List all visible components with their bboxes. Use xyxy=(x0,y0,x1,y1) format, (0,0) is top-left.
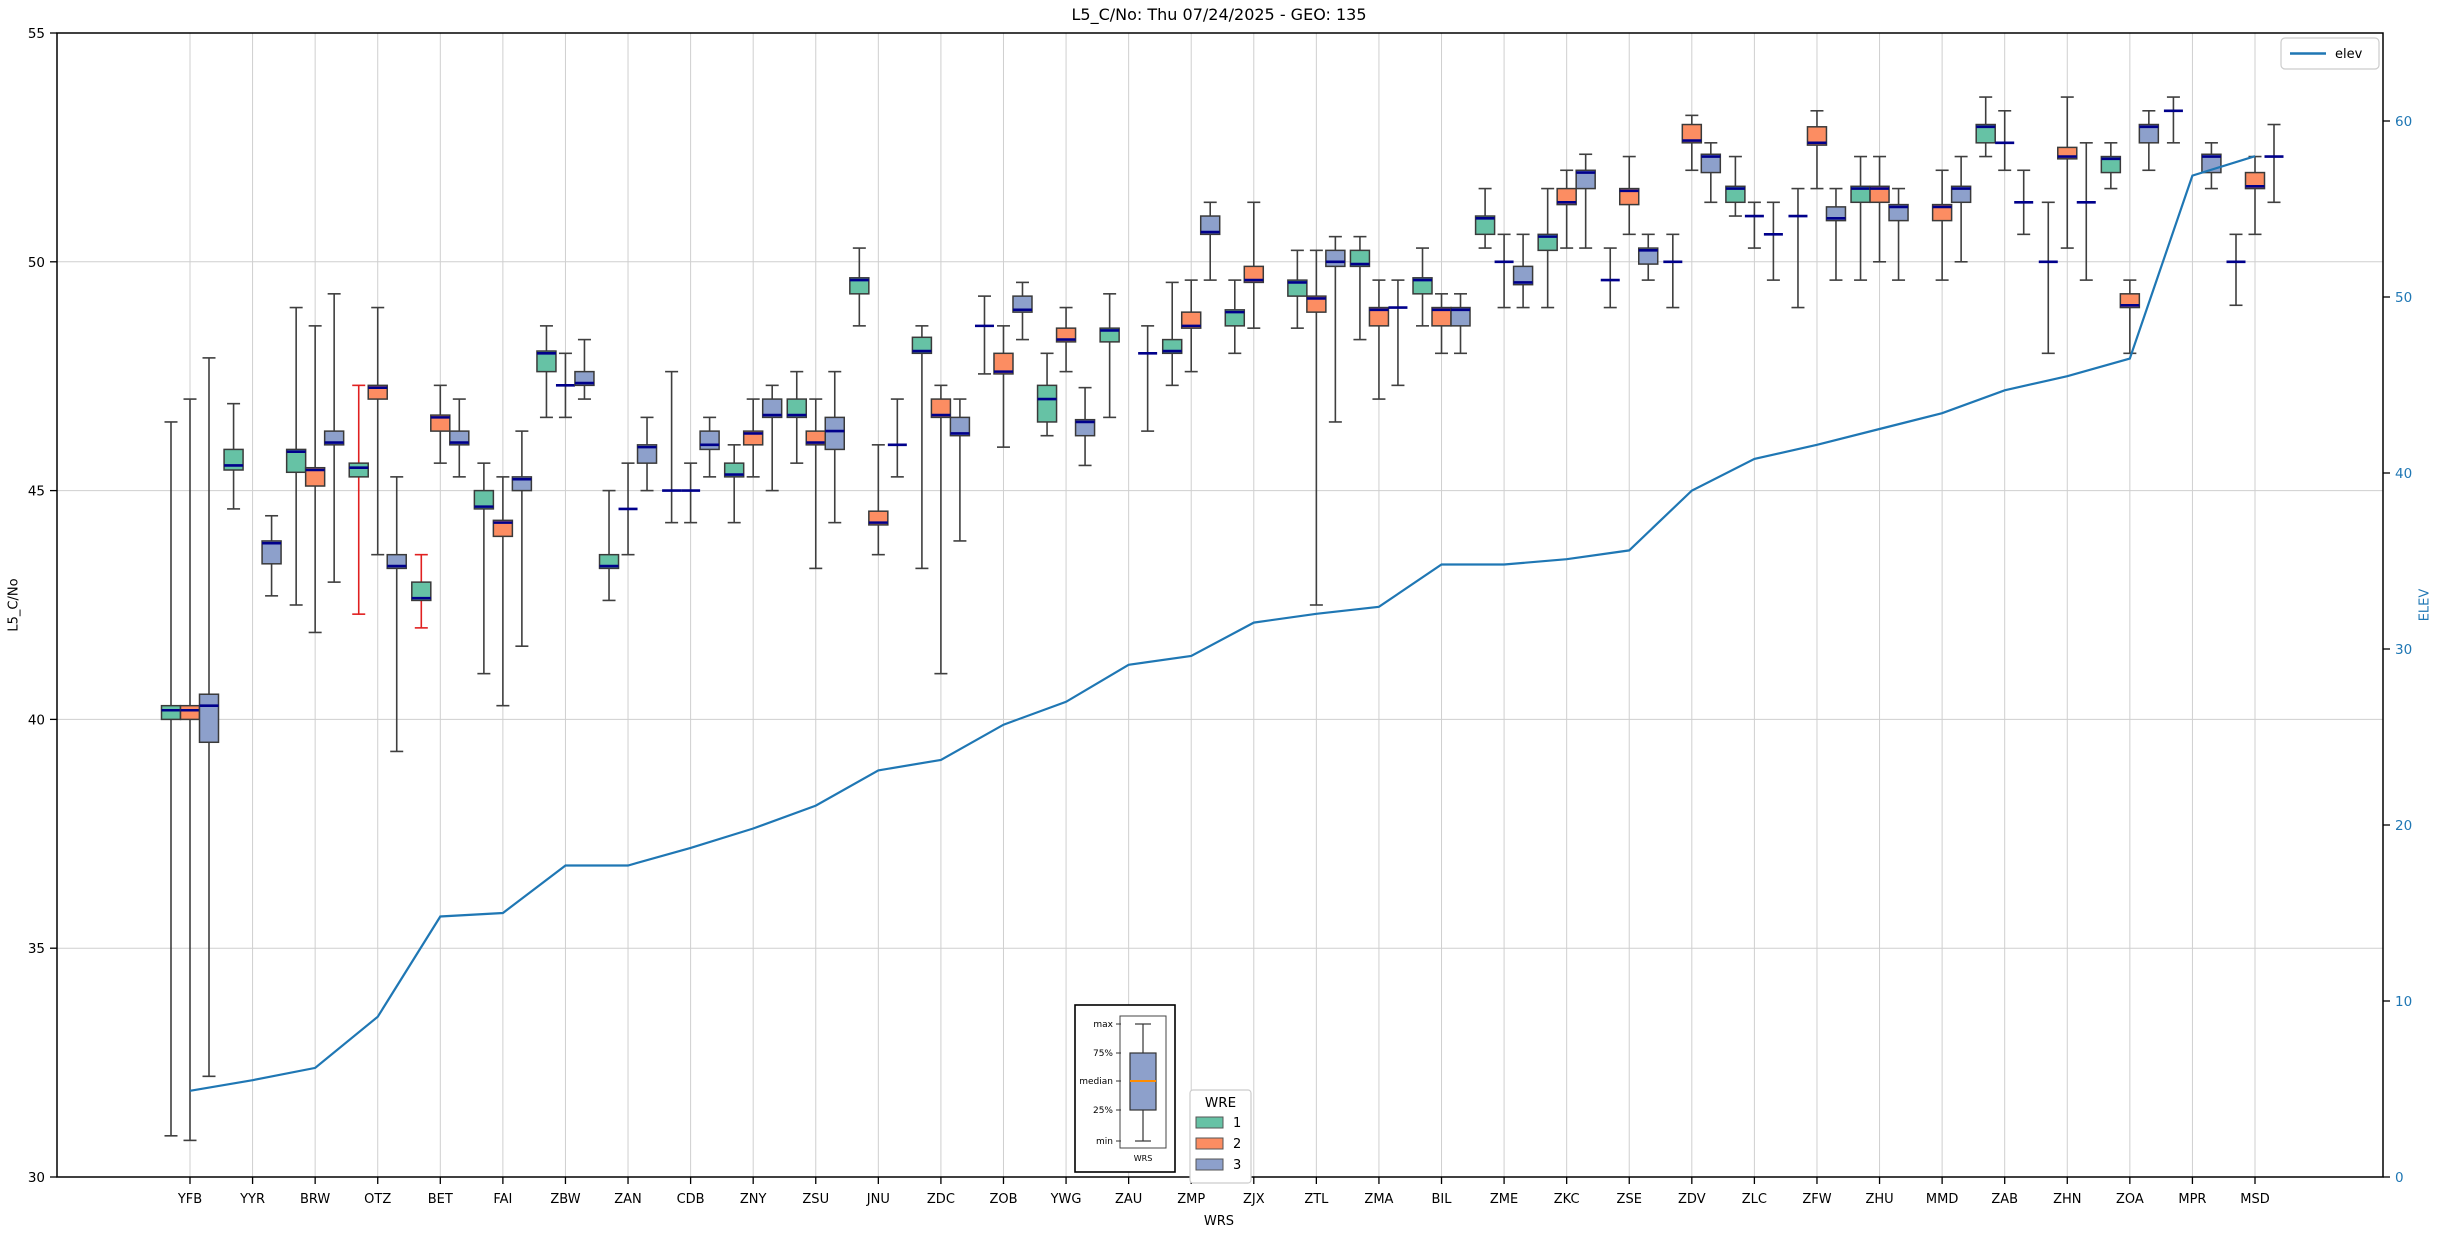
right-tick-label: 10 xyxy=(2395,994,2412,1010)
right-tick-label: 50 xyxy=(2395,290,2412,306)
x-tick-label-ZDV: ZDV xyxy=(1678,1192,1706,1207)
wre-legend-label-1: 1 xyxy=(1233,1116,1241,1131)
x-tick-label-ZHU: ZHU xyxy=(1865,1192,1893,1207)
left-tick-label: 45 xyxy=(28,484,45,500)
chart-title: L5_C/No: Thu 07/24/2025 - GEO: 135 xyxy=(0,5,2438,24)
chart: 30 35 40 45 50 55 0 10 20 30 40 50 60 YFB YYR BRW OTZ BET… xyxy=(0,0,2438,1240)
left-tick-label: 40 xyxy=(28,712,45,728)
x-tick-label-ZBW: ZBW xyxy=(550,1192,580,1207)
inset-label-max: max xyxy=(1093,1020,1113,1030)
x-tick-label-BET: BET xyxy=(428,1192,453,1207)
wre-legend-label-2: 2 xyxy=(1233,1137,1241,1152)
x-tick-label-ZHN: ZHN xyxy=(2053,1192,2081,1207)
right-tick-label: 40 xyxy=(2395,466,2412,482)
wre-legend-swatch-2 xyxy=(1196,1138,1223,1149)
x-tick-label-ZKC: ZKC xyxy=(1554,1192,1580,1207)
x-tick-label-CDB: CDB xyxy=(677,1192,705,1207)
x-tick-label-MPR: MPR xyxy=(2178,1192,2206,1207)
x-tick-label-BRW: BRW xyxy=(300,1192,330,1207)
x-tick-label-MMD: MMD xyxy=(1926,1192,1958,1207)
iqr-box xyxy=(1326,250,1345,266)
x-tick-label-ZNY: ZNY xyxy=(740,1192,767,1207)
elev-legend: elev xyxy=(2281,38,2379,69)
wre-legend-swatch-3 xyxy=(1196,1159,1223,1170)
plot-canvas: 30 35 40 45 50 55 0 10 20 30 40 50 60 YFB YYR BRW OTZ BET… xyxy=(0,0,2438,1240)
x-tick-label-ZFW: ZFW xyxy=(1802,1192,1831,1207)
x-tick-label-ZMA: ZMA xyxy=(1364,1192,1393,1207)
elev-legend-label: elev xyxy=(2335,47,2363,62)
boxplot-guide-inset: max 75% median 25% min WRS xyxy=(1075,1005,1175,1172)
x-tick-label-OTZ: OTZ xyxy=(364,1192,391,1207)
iqr-box xyxy=(700,431,719,449)
inset-label-min: min xyxy=(1096,1137,1113,1147)
x-tick-label-JNU: JNU xyxy=(866,1192,890,1207)
inset-label-median: median xyxy=(1079,1077,1113,1087)
x-tick-label-BIL: BIL xyxy=(1432,1192,1453,1207)
left-y-axis-label: L5_C/No xyxy=(7,578,22,631)
inset-label-25: 25% xyxy=(1093,1106,1113,1116)
wre-legend: WRE 1 2 3 xyxy=(1190,1090,1251,1183)
right-y-axis-label: ELEV xyxy=(2418,589,2433,622)
x-tick-label-ZAN: ZAN xyxy=(614,1192,642,1207)
x-tick-label-ZMP: ZMP xyxy=(1177,1192,1205,1207)
x-axis-label: WRS xyxy=(0,1214,2438,1229)
background xyxy=(0,0,2438,1240)
iqr-box xyxy=(1038,385,1057,422)
iqr-box xyxy=(349,463,368,477)
x-tick-label-YFB: YFB xyxy=(177,1192,202,1207)
wre-legend-label-3: 3 xyxy=(1233,1158,1241,1173)
x-tick-label-ZLC: ZLC xyxy=(1742,1192,1767,1207)
iqr-box xyxy=(224,449,243,470)
x-tick-label-YWG: YWG xyxy=(1050,1192,1082,1207)
left-tick-label: 50 xyxy=(28,255,45,271)
iqr-box xyxy=(825,417,844,449)
x-tick-label-ZJX: ZJX xyxy=(1243,1192,1265,1207)
x-tick-label-ZME: ZME xyxy=(1490,1192,1518,1207)
x-tick-label-ZOB: ZOB xyxy=(989,1192,1017,1207)
left-tick-label: 30 xyxy=(28,1170,45,1186)
right-tick-label: 0 xyxy=(2395,1170,2404,1186)
inset-label-75: 75% xyxy=(1093,1049,1113,1059)
x-tick-label-ZSU: ZSU xyxy=(802,1192,829,1207)
iqr-box xyxy=(200,694,219,742)
wre-legend-title: WRE xyxy=(1205,1095,1236,1111)
left-tick-label: 55 xyxy=(28,26,45,42)
x-tick-label-MSD: MSD xyxy=(2240,1192,2269,1207)
iqr-box xyxy=(162,706,181,720)
x-tick-label-ZSE: ZSE xyxy=(1617,1192,1642,1207)
right-tick-label: 60 xyxy=(2395,114,2412,130)
x-tick-label-ZOA: ZOA xyxy=(2116,1192,2144,1207)
x-tick-label-YYR: YYR xyxy=(239,1192,265,1207)
x-tick-label-ZAB: ZAB xyxy=(1991,1192,2018,1207)
wre-legend-swatch-1 xyxy=(1196,1117,1223,1128)
x-tick-label-FAI: FAI xyxy=(493,1192,512,1207)
right-tick-label: 30 xyxy=(2395,642,2412,658)
iqr-box xyxy=(181,706,200,720)
x-tick-label-ZDC: ZDC xyxy=(927,1192,955,1207)
right-tick-label: 20 xyxy=(2395,818,2412,834)
inset-xlabel: WRS xyxy=(1134,1154,1153,1163)
x-tick-label-ZTL: ZTL xyxy=(1304,1192,1329,1207)
x-tick-label-ZAU: ZAU xyxy=(1115,1192,1142,1207)
left-tick-label: 35 xyxy=(28,941,45,957)
